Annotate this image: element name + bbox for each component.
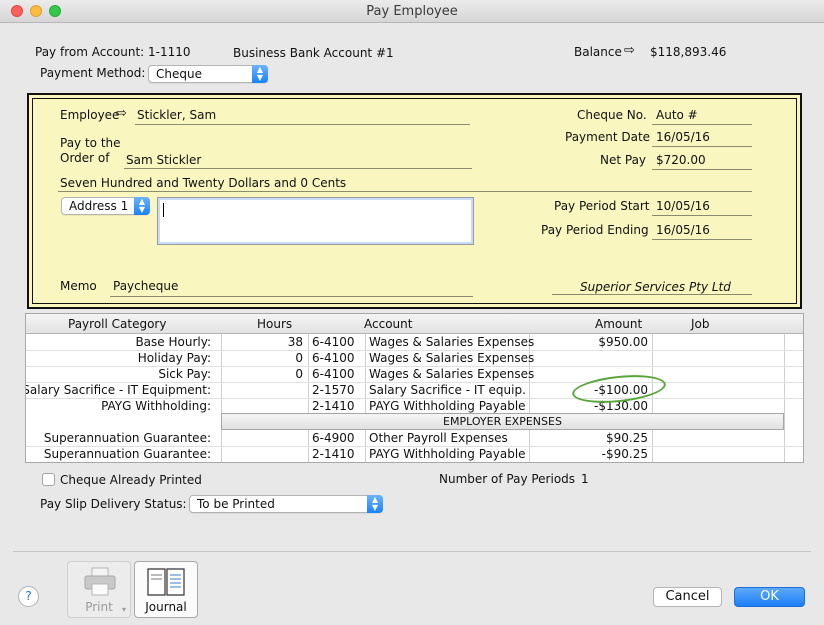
memo-field[interactable]: Paycheque [113, 279, 178, 293]
select-arrows-icon: ▲ ▼ [367, 495, 383, 513]
row-account-name: Other Payroll Expenses [369, 431, 508, 445]
print-menu-arrow-icon: ▾ [121, 605, 126, 614]
employee-arrow-icon[interactable]: ⇨ [116, 106, 127, 121]
header-hours[interactable]: Hours [257, 317, 292, 331]
row-account-name: Wages & Salaries Expenses [369, 367, 535, 381]
journal-button[interactable]: Journal [134, 561, 198, 618]
row-category: Superannuation Guarantee: [43, 447, 211, 461]
table-row[interactable]: Base Hourly: 38 6-4100 Wages & Salaries … [26, 334, 803, 350]
cheque-printed-checkbox[interactable] [42, 473, 55, 486]
select-arrows-icon: ▲ ▼ [134, 197, 150, 215]
balance-arrow-icon[interactable]: ⇨ [624, 43, 635, 58]
payment-method-value: Cheque [156, 67, 202, 81]
row-account-name: Salary Sacrifice - IT equip. [369, 383, 526, 397]
row-category: Holiday Pay: [137, 351, 211, 365]
row-hours[interactable]: 38 [288, 335, 303, 349]
net-pay-value: $720.00 [656, 153, 706, 167]
pay-periods-value: 1 [581, 472, 589, 486]
pay-to-label-1: Pay to the [60, 136, 121, 150]
row-account-number[interactable]: 6-4100 [312, 367, 355, 381]
payment-date-field[interactable]: 16/05/16 [656, 130, 710, 144]
payment-method-label: Payment Method: [40, 66, 146, 80]
row-account-number[interactable]: 2-1410 [312, 399, 355, 413]
table-row[interactable]: PAYG Withholding: 2-1410 PAYG Withholdin… [26, 398, 803, 414]
select-arrows-icon: ▲ ▼ [252, 65, 268, 83]
table-row[interactable]: Holiday Pay: 0 6-4100 Wages & Salaries E… [26, 350, 803, 366]
balance-label: Balance [574, 45, 622, 59]
row-account-number[interactable]: 6-4900 [312, 431, 355, 445]
printer-icon [84, 567, 116, 596]
cheque-printed-label: Cheque Already Printed [60, 473, 202, 487]
row-amount[interactable]: $90.25 [606, 431, 648, 445]
employee-field[interactable]: Stickler, Sam [137, 108, 216, 122]
address-textarea[interactable] [157, 197, 474, 245]
account-name: Business Bank Account #1 [233, 46, 394, 60]
employer-expenses-header: EMPLOYER EXPENSES [221, 413, 784, 430]
window-title: Pay Employee [366, 4, 458, 19]
amount-in-words: Seven Hundred and Twenty Dollars and 0 C… [60, 176, 347, 190]
period-end-field[interactable]: 16/05/16 [656, 223, 710, 237]
pay-periods-label: Number of Pay Periods [439, 472, 576, 486]
account-number[interactable]: 1-1110 [148, 45, 191, 59]
table-row[interactable]: Sick Pay: 0 6-4100 Wages & Salaries Expe… [26, 366, 803, 382]
row-account-number[interactable]: 6-4100 [312, 351, 355, 365]
journal-label: Journal [145, 600, 187, 614]
row-category: Salary Sacrifice - IT Equipment: [25, 383, 211, 397]
delivery-status-select[interactable]: To be Printed ▲ ▼ [189, 495, 383, 513]
row-category: Base Hourly: [135, 335, 211, 349]
delivery-status-label: Pay Slip Delivery Status: [40, 497, 187, 511]
title-bar: Pay Employee [0, 0, 824, 23]
address-select-value: Address 1 [69, 199, 129, 213]
header-account[interactable]: Account [364, 317, 412, 331]
pay-to-label-2: Order of [60, 151, 110, 165]
row-account-name: Wages & Salaries Expenses [369, 351, 535, 365]
net-pay-label: Net Pay [600, 153, 647, 167]
cancel-button[interactable]: Cancel [653, 587, 722, 607]
header-job[interactable]: Job [691, 317, 710, 331]
address-select[interactable]: Address 1 ▲ ▼ [61, 197, 150, 215]
period-start-label: Pay Period Start [554, 199, 650, 213]
payment-method-select[interactable]: Cheque ▲ ▼ [148, 65, 268, 83]
grid-header: Payroll Category Hours Account Amount Jo… [26, 314, 803, 334]
payment-date-label: Payment Date [565, 130, 651, 144]
row-account-name: PAYG Withholding Payable [369, 399, 526, 413]
journal-book-icon [147, 568, 185, 596]
row-account-number[interactable]: 2-1410 [312, 447, 355, 461]
row-category: PAYG Withholding: [101, 399, 211, 413]
footer-divider [13, 551, 811, 552]
header-amount[interactable]: Amount [595, 317, 642, 331]
row-account-number[interactable]: 2-1570 [312, 383, 355, 397]
row-category: Sick Pay: [158, 367, 211, 381]
row-hours[interactable]: 0 [295, 367, 303, 381]
balance-value: $118,893.46 [650, 45, 727, 59]
row-category: Superannuation Guarantee: [43, 431, 211, 445]
table-row[interactable]: Superannuation Guarantee: 6-4900 Other P… [26, 430, 803, 446]
period-end-label: Pay Period Ending [541, 223, 649, 237]
company-name: Superior Services Pty Ltd [580, 280, 731, 294]
print-button[interactable]: Print ▾ [67, 561, 131, 618]
table-row[interactable]: Salary Sacrifice - IT Equipment: 2-1570 … [25, 382, 803, 398]
employee-label: Employee [60, 108, 120, 122]
payroll-grid: Payroll Category Hours Account Amount Jo… [25, 313, 804, 463]
header-payroll-category[interactable]: Payroll Category [68, 317, 166, 331]
row-account-name: Wages & Salaries Expenses [369, 335, 535, 349]
pay-to-field[interactable]: Sam Stickler [126, 153, 201, 167]
period-start-field[interactable]: 10/05/16 [656, 199, 710, 213]
row-account-name: PAYG Withholding Payable [369, 447, 526, 461]
row-hours[interactable]: 0 [295, 351, 303, 365]
row-amount[interactable]: $950.00 [598, 335, 648, 349]
help-button[interactable]: ? [18, 586, 39, 607]
cheque-no-field[interactable]: Auto # [656, 108, 698, 122]
row-amount[interactable]: -$90.25 [602, 447, 648, 461]
memo-label: Memo [60, 279, 97, 293]
cheque-no-label: Cheque No. [577, 108, 647, 122]
ok-button[interactable]: OK [734, 587, 805, 607]
table-row[interactable]: Superannuation Guarantee: 2-1410 PAYG Wi… [26, 446, 803, 462]
delivery-status-value: To be Printed [197, 497, 275, 511]
row-account-number[interactable]: 6-4100 [312, 335, 355, 349]
pay-from-account-label: Pay from Account: [35, 45, 145, 59]
print-label: Print [85, 600, 113, 614]
